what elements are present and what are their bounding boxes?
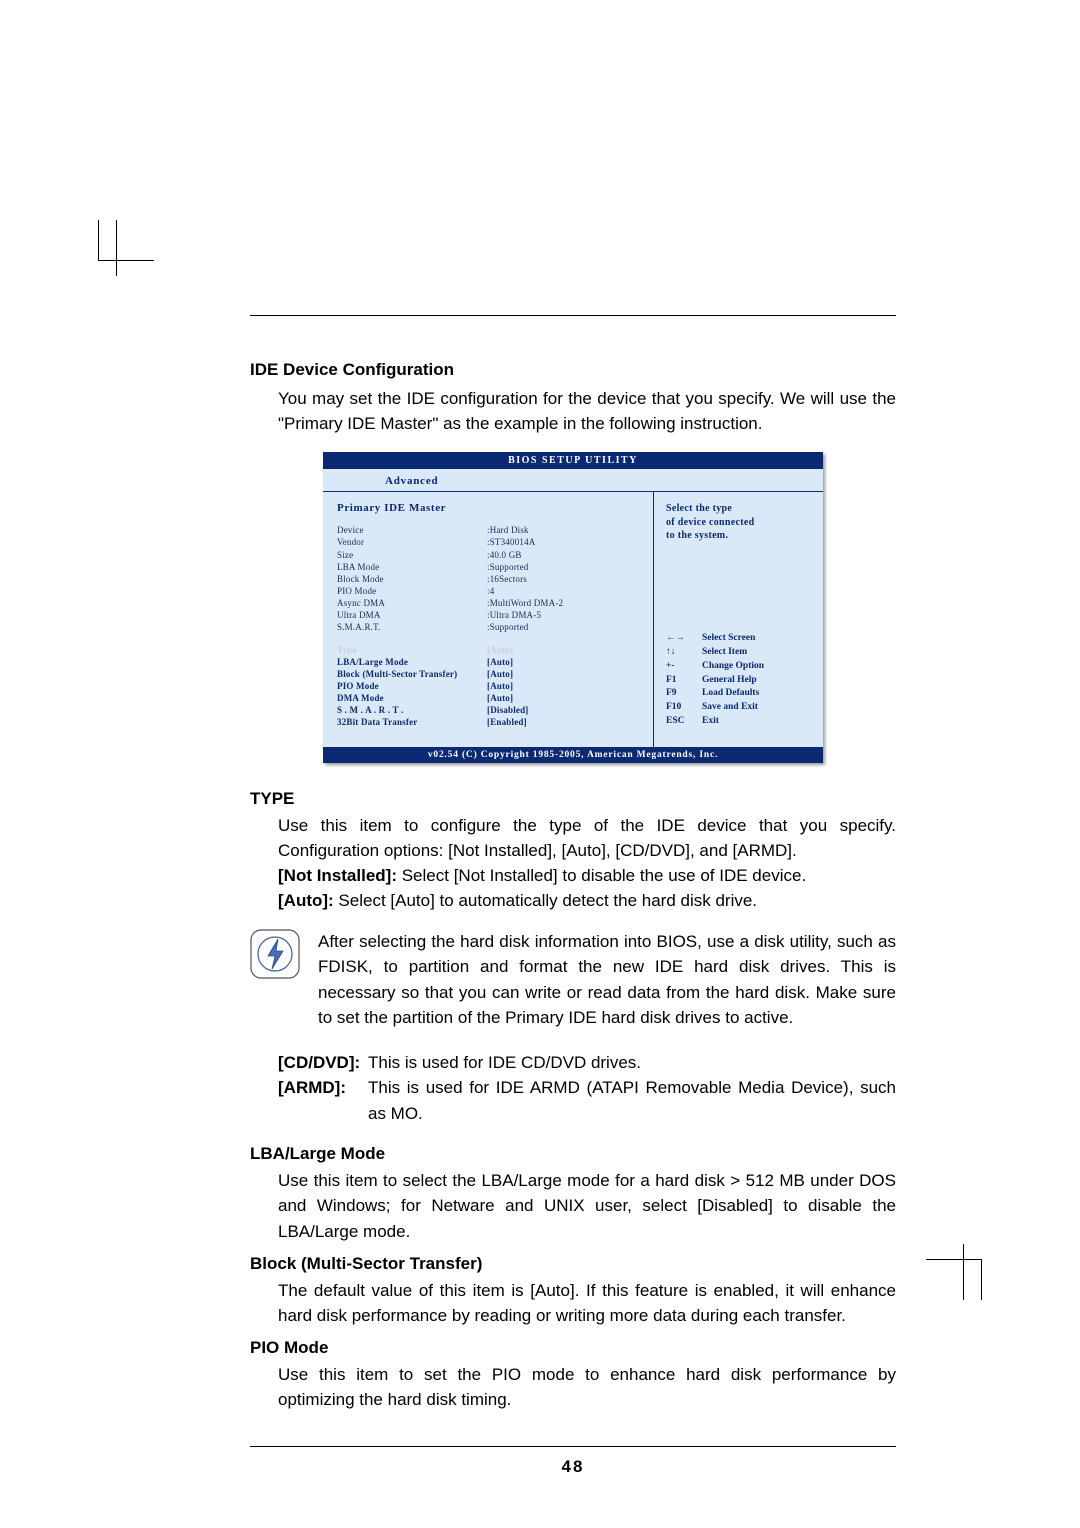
pio-text: Use this item to set the PIO mode to enh… [278,1362,896,1412]
bios-info-row: LBA Mode:Supported [337,561,641,573]
bios-help-text: Select the type of device connected to t… [666,502,813,543]
heading-block: Block (Multi-Sector Transfer) [250,1254,896,1274]
bios-option-row[interactable]: PIO Mode[Auto] [337,680,641,692]
bios-info-row: Device:Hard Disk [337,524,641,536]
note-box: After selecting the hard disk informatio… [250,929,896,1030]
bios-option-row[interactable]: S . M . A . R . T .[Disabled] [337,704,641,716]
bios-screen-heading: Primary IDE Master [337,502,641,514]
bios-title: BIOS SETUP UTILITY [323,452,823,469]
type-not-installed: [Not Installed]: Select [Not Installed] … [278,863,896,888]
bios-info-row: Block Mode:16Sectors [337,573,641,585]
heading-lba: LBA/Large Mode [250,1144,896,1164]
bios-key-legend: ←→Select Screen ↑↓Select Item +-Change O… [666,632,813,728]
bios-option-type-selected[interactable]: Type[Auto] [337,644,641,656]
bios-screenshot: BIOS SETUP UTILITY Advanced Primary IDE … [323,452,823,762]
crop-mark-top-left [98,220,154,276]
def-armd: [ARMD]: This is used for IDE ARMD (ATAPI… [278,1075,896,1126]
bios-option-row[interactable]: 32Bit Data Transfer[Enabled] [337,716,641,728]
heading-ide-device-configuration: IDE Device Configuration [250,360,896,380]
ide-intro-text: You may set the IDE configuration for th… [278,386,896,436]
bios-left-pane: Primary IDE Master Device:Hard Disk Vend… [323,492,653,746]
bios-option-row[interactable]: Block (Multi-Sector Transfer)[Auto] [337,668,641,680]
bios-option-row[interactable]: DMA Mode[Auto] [337,692,641,704]
bios-info-row: Ultra DMA:Ultra DMA-5 [337,609,641,621]
def-cddvd: [CD/DVD]: This is used for IDE CD/DVD dr… [278,1050,896,1076]
bios-info-row: PIO Mode:4 [337,585,641,597]
type-auto: [Auto]: Select [Auto] to automatically d… [278,888,896,913]
lba-text: Use this item to select the LBA/Large mo… [278,1168,896,1243]
type-description: Use this item to configure the type of t… [278,813,896,863]
page-number: 48 [250,1457,896,1477]
heading-type: TYPE [250,789,896,809]
bios-tab-advanced[interactable]: Advanced [385,475,438,487]
rule-top [250,315,896,316]
note-text: After selecting the hard disk informatio… [318,929,896,1030]
page-content: IDE Device Configuration You may set the… [250,315,896,1477]
bios-info-row: Size:40.0 GB [337,549,641,561]
bios-right-pane: Select the type of device connected to t… [653,492,823,746]
bios-info-row: S.M.A.R.T.:Supported [337,621,641,633]
bios-tab-row: Advanced [323,469,823,492]
rule-bottom [250,1446,896,1447]
bios-info-row: Vendor:ST340014A [337,536,641,548]
bios-info-row: Async DMA:MultiWord DMA-2 [337,597,641,609]
bios-option-row[interactable]: LBA/Large Mode[Auto] [337,656,641,668]
lightning-note-icon [250,929,300,979]
bios-footer: v02.54 (C) Copyright 1985-2005, American… [323,747,823,763]
block-text: The default value of this item is [Auto]… [278,1278,896,1328]
crop-mark-bottom-right [926,1244,982,1300]
heading-pio: PIO Mode [250,1338,896,1358]
